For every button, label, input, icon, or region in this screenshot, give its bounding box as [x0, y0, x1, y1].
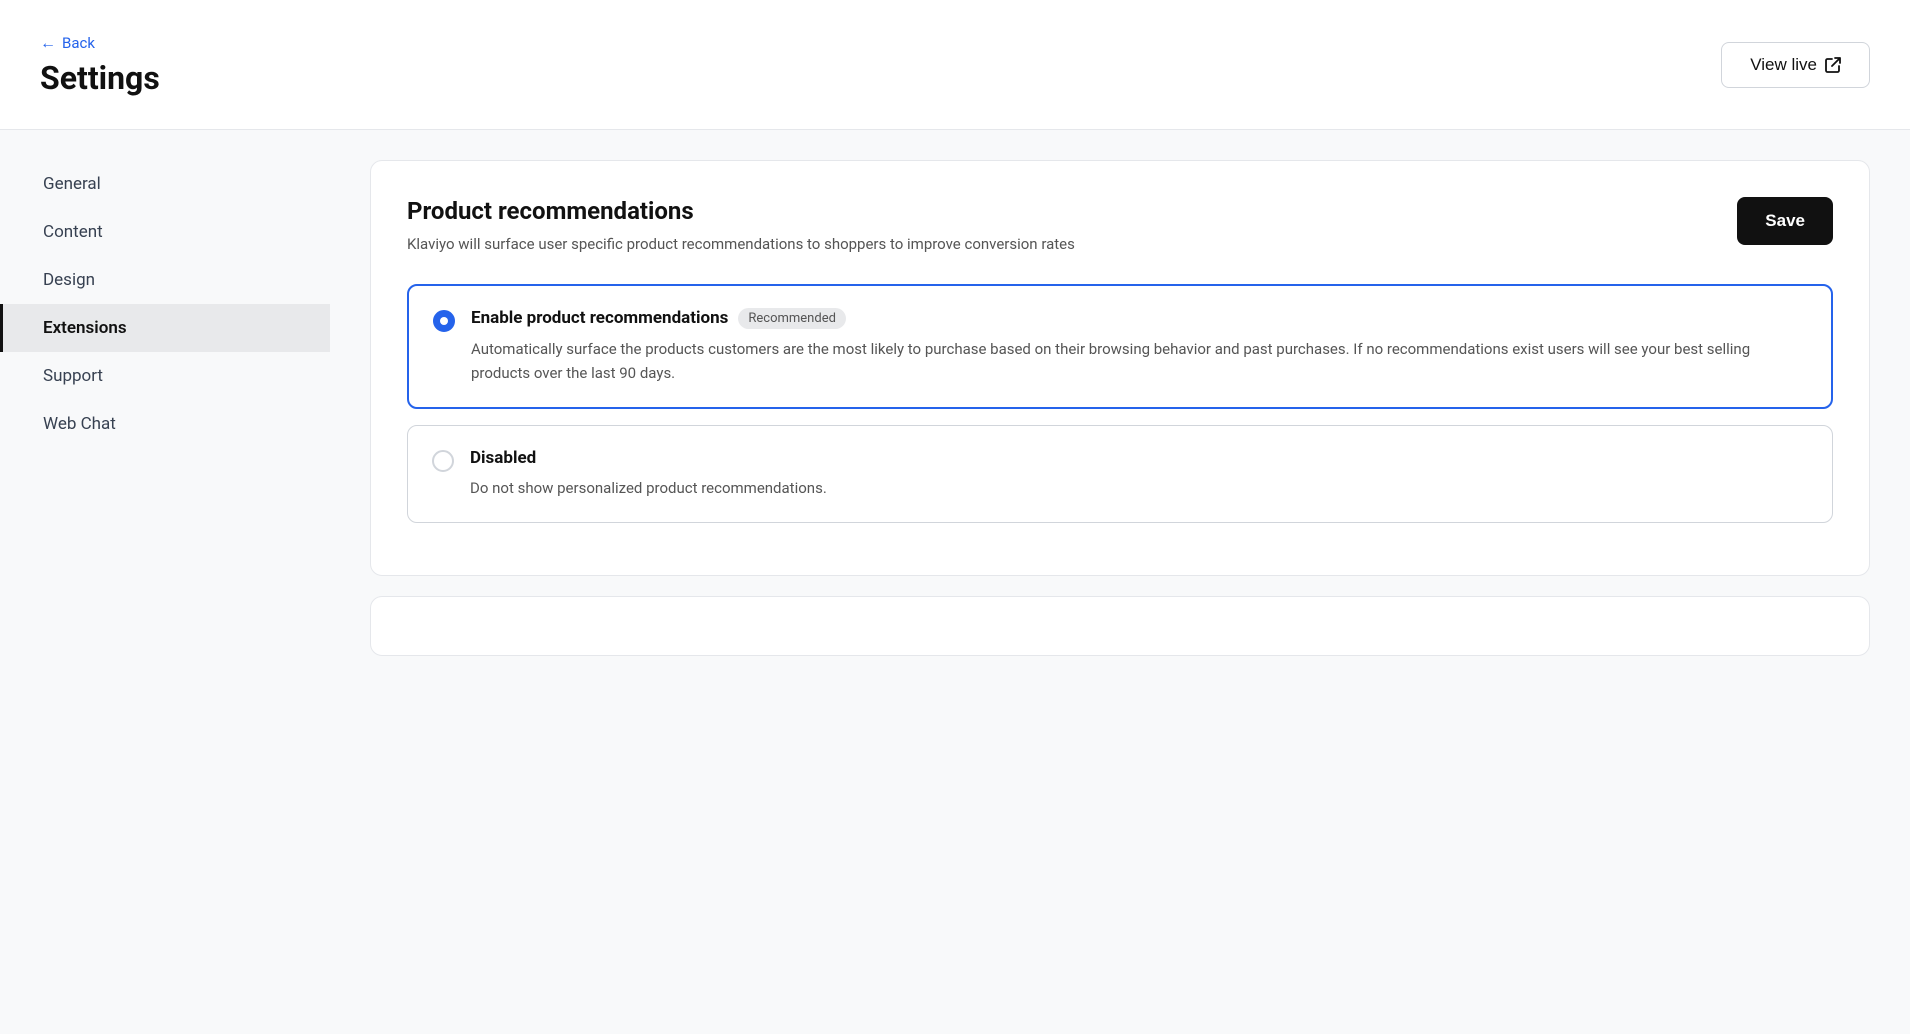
option-disabled-title-row: Disabled: [470, 448, 1808, 468]
back-link[interactable]: ← Back: [40, 33, 160, 53]
option-enable-desc: Automatically surface the products custo…: [471, 337, 1807, 385]
option-disabled-desc: Do not show personalized product recomme…: [470, 476, 1808, 500]
option-enable-title: Enable product recommendations: [471, 308, 728, 328]
sidebar-item-general[interactable]: General: [0, 160, 330, 208]
page-title: Settings: [40, 59, 160, 97]
sidebar-item-extensions[interactable]: Extensions: [0, 304, 330, 352]
sidebar-item-support[interactable]: Support: [0, 352, 330, 400]
view-live-label: View live: [1750, 55, 1817, 75]
partial-card: [370, 596, 1870, 656]
radio-disabled: [432, 450, 454, 472]
sidebar: General Content Design Extensions Suppor…: [0, 130, 330, 1034]
header-left: ← Back Settings: [40, 33, 160, 97]
card-title: Product recommendations: [407, 197, 1717, 225]
recommended-badge: Recommended: [738, 308, 846, 329]
option-disabled-content: Disabled Do not show personalized produc…: [470, 448, 1808, 500]
product-recommendations-card: Product recommendations Klaviyo will sur…: [370, 160, 1870, 576]
layout: General Content Design Extensions Suppor…: [0, 130, 1910, 1034]
sidebar-item-content[interactable]: Content: [0, 208, 330, 256]
option-enable-title-row: Enable product recommendations Recommend…: [471, 308, 1807, 329]
view-live-button[interactable]: View live: [1721, 42, 1870, 88]
card-title-section: Product recommendations Klaviyo will sur…: [407, 197, 1717, 256]
back-label: Back: [62, 34, 95, 52]
option-enable[interactable]: Enable product recommendations Recommend…: [407, 284, 1833, 409]
option-disabled[interactable]: Disabled Do not show personalized produc…: [407, 425, 1833, 523]
main-content: Product recommendations Klaviyo will sur…: [330, 130, 1910, 1034]
radio-inner-enable: [440, 317, 448, 325]
card-subtitle: Klaviyo will surface user specific produ…: [407, 233, 1087, 256]
card-header: Product recommendations Klaviyo will sur…: [407, 197, 1833, 256]
save-button[interactable]: Save: [1737, 197, 1833, 245]
sidebar-item-design[interactable]: Design: [0, 256, 330, 304]
option-enable-content: Enable product recommendations Recommend…: [471, 308, 1807, 385]
back-arrow-icon: ←: [40, 33, 56, 53]
radio-enable: [433, 310, 455, 332]
header: ← Back Settings View live: [0, 0, 1910, 130]
external-link-icon: [1825, 57, 1841, 73]
sidebar-item-webchat[interactable]: Web Chat: [0, 400, 330, 448]
option-disabled-title: Disabled: [470, 448, 536, 468]
